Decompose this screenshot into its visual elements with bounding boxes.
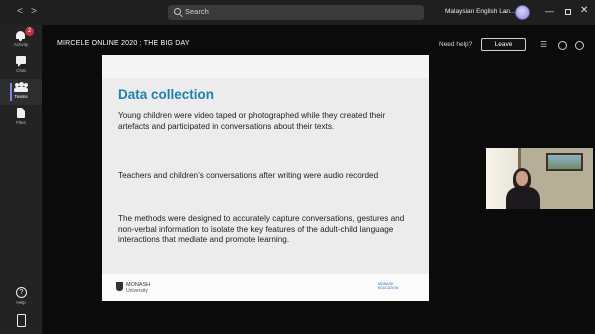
forward-arrow-icon[interactable]: >	[31, 6, 37, 18]
help-icon: ?	[16, 287, 27, 298]
university-logo-subtext: University	[126, 288, 148, 294]
slide-footer: MONASH University MONASH EDUCATION	[102, 274, 429, 301]
rail-item-label: Help	[16, 300, 26, 305]
title-bar: < > Search Malaysian English Lan... ⌄ — …	[0, 0, 595, 26]
gear-icon[interactable]	[558, 41, 567, 50]
search-icon	[174, 8, 181, 15]
avatar[interactable]	[515, 5, 530, 20]
rail-item-label: Chat	[16, 68, 26, 73]
chevron-down-icon[interactable]: ⌄	[503, 7, 509, 15]
meeting-title: MIRCELE ONLINE 2020 : THE BIG DAY	[57, 40, 190, 47]
file-icon	[17, 108, 25, 118]
app-rail: 2 Activity Chat Teams Files ? Help	[0, 25, 42, 334]
search-placeholder: Search	[185, 7, 209, 16]
device-icon[interactable]	[17, 314, 26, 327]
rail-item-label: Activity	[13, 42, 29, 47]
participant-face	[516, 171, 528, 186]
close-icon[interactable]: ✕	[580, 5, 588, 17]
more-icon[interactable]	[575, 41, 584, 50]
faculty-brand-sub: EDUCATION	[378, 286, 399, 290]
rail-item-activity[interactable]: 2 Activity	[0, 27, 42, 53]
need-help-link[interactable]: Need help?	[439, 41, 472, 48]
teams-icon	[14, 82, 28, 92]
rail-item-teams[interactable]: Teams	[0, 79, 42, 105]
wall-picture	[546, 153, 583, 171]
rail-item-files[interactable]: Files	[0, 105, 42, 131]
participant-body	[506, 187, 540, 209]
rail-item-chat[interactable]: Chat	[0, 53, 42, 79]
university-crest-icon	[116, 282, 123, 291]
slide-header-band	[102, 55, 429, 78]
notification-badge: 2	[25, 27, 34, 36]
rail-item-label: Files	[16, 120, 26, 125]
meeting-stage: MIRCELE ONLINE 2020 : THE BIG DAY Need h…	[42, 25, 595, 334]
chat-icon	[16, 56, 26, 67]
bell-icon	[16, 31, 25, 41]
slide-paragraph: The methods were designed to accurately …	[118, 214, 405, 245]
slide-paragraph: Young children were video taped or photo…	[118, 111, 386, 131]
search-input[interactable]: Search	[168, 5, 424, 20]
layout-icon[interactable]: ☰	[540, 40, 547, 49]
shared-slide: Data collection Young children were vide…	[102, 55, 429, 301]
slide-paragraph: Teachers and children’s conversations af…	[118, 171, 379, 180]
maximize-icon[interactable]	[565, 9, 571, 15]
slide-title: Data collection	[118, 87, 215, 102]
minimize-icon[interactable]: —	[545, 5, 554, 17]
rail-item-help[interactable]: ? Help	[0, 285, 42, 311]
participant-video[interactable]	[486, 148, 593, 209]
rail-item-label: Teams	[14, 94, 28, 99]
leave-button[interactable]: Leave	[481, 38, 526, 51]
back-arrow-icon[interactable]: <	[17, 6, 23, 18]
